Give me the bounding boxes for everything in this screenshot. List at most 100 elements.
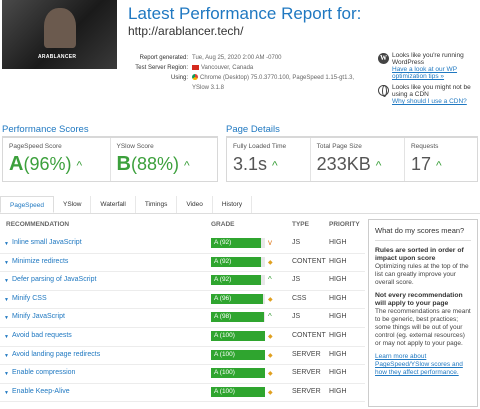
expand-arrow-icon[interactable]: ▼ — [4, 371, 9, 377]
globe-icon — [378, 85, 389, 97]
cdn-note-text: Looks like you might not be using a CDN — [392, 84, 471, 98]
recommendations-list: ▼ Inline small JavaScript A (92) v JS HIGH ▼ Mi… — [0, 235, 365, 403]
page-details-title: Page Details — [226, 124, 280, 135]
load-time-value: 3.1s — [233, 154, 268, 174]
help-heading-2: Not every recommendation will apply to y… — [375, 292, 463, 307]
col-grade[interactable]: GRADE — [211, 221, 234, 228]
recommendation-priority: HIGH — [329, 350, 347, 358]
trend-up-icon: ^ — [272, 158, 278, 173]
report-generated-value: Tue, Aug 25, 2020 2:00 AM -0700 — [192, 55, 282, 61]
yslow-value: (88%) — [130, 154, 179, 174]
canada-flag-icon — [192, 64, 199, 70]
wp-tips-link[interactable]: Have a look at our WP optimization tips … — [392, 66, 478, 80]
col-priority[interactable]: PRIORITY — [329, 221, 360, 228]
expand-arrow-icon[interactable]: ▼ — [4, 353, 9, 359]
trend-up-icon: ^ — [183, 158, 190, 173]
cdn-link[interactable]: Why should I use a CDN? — [392, 98, 478, 105]
recommendation-name[interactable]: Minimize redirects — [12, 258, 68, 265]
report-url[interactable]: http://arablancer.tech/ — [128, 24, 243, 38]
page-size-label: Total Page Size — [316, 143, 362, 150]
expand-arrow-icon[interactable]: ▼ — [4, 315, 9, 321]
pagespeed-value: (96%) — [23, 154, 72, 174]
report-tabs: PageSpeed YSlow Waterfall Timings Video … — [0, 196, 480, 214]
table-row[interactable]: ▼ Enable Keep-Alive A (100) ◆ SERVER HIGH — [0, 384, 365, 403]
recommendation-name[interactable]: Defer parsing of JavaScript — [12, 276, 96, 283]
tab-video[interactable]: Video — [177, 196, 213, 213]
scores-help-panel: What do my scores mean? Rules are sorted… — [368, 219, 478, 407]
performance-scores-panel: PageSpeed Score A(96%) ^ YSlow Score B(8… — [2, 136, 218, 182]
report-meta: Report generated: Tue, Aug 25, 2020 2:00… — [128, 53, 373, 93]
expand-arrow-icon[interactable]: ▼ — [4, 278, 9, 284]
trend-unchanged-icon: ◆ — [268, 259, 273, 266]
table-row[interactable]: ▼ Enable compression A (100) ◆ SERVER HIGH — [0, 365, 365, 384]
table-row[interactable]: ▼ Minify CSS A (96) ◆ CSS HIGH — [0, 291, 365, 310]
recommendation-priority: HIGH — [329, 331, 347, 339]
recommendation-name[interactable]: Minify CSS — [12, 295, 47, 302]
yslow-grade: B — [116, 153, 131, 175]
recommendation-priority: HIGH — [329, 239, 347, 246]
report-generated-label: Report generated: — [139, 55, 188, 61]
recommendation-type: JS — [292, 239, 301, 246]
recommendation-name[interactable]: Avoid bad requests — [12, 332, 72, 339]
recommendation-priority: HIGH — [329, 369, 347, 377]
yslow-label: YSlow Score — [116, 143, 154, 150]
table-row[interactable]: ▼ Minify JavaScript A (98) ^ JS HIGH — [0, 309, 365, 328]
recommendation-name[interactable]: Minify JavaScript — [12, 313, 65, 320]
trend-up-icon: ^ — [268, 275, 272, 285]
table-row[interactable]: ▼ Avoid bad requests A (100) ◆ CONTENT HIGH — [0, 328, 365, 347]
expand-arrow-icon[interactable]: ▼ — [4, 260, 9, 266]
requests-label: Requests — [410, 143, 439, 150]
table-row[interactable]: ▼ Defer parsing of JavaScript A (92) ^ JS HIG… — [0, 272, 365, 291]
grade-bar-track: A (92) — [211, 256, 265, 267]
side-notes: W Looks like you're running WordPress Ha… — [378, 52, 478, 109]
thumbnail-caption: ARABLANCER — [38, 54, 77, 60]
learn-more-link[interactable]: Learn more about PageSpeed/YSlow scores … — [375, 353, 471, 377]
recommendation-name[interactable]: Inline small JavaScript — [12, 239, 82, 246]
grade-label: A (92) — [214, 239, 232, 246]
load-time-label: Fully Loaded Time — [233, 143, 287, 150]
recommendation-name[interactable]: Avoid landing page redirects — [12, 351, 100, 358]
table-row[interactable]: ▼ Minimize redirects A (92) ◆ CONTENT HIGH — [0, 254, 365, 273]
grade-bar-track: A (92) — [211, 238, 265, 248]
trend-unchanged-icon: ◆ — [268, 352, 273, 359]
recommendations-header: RECOMMENDATION GRADE TYPE PRIORITY — [0, 221, 365, 231]
recommendation-name[interactable]: Enable compression — [12, 369, 75, 376]
tab-pagespeed[interactable]: PageSpeed — [0, 196, 54, 213]
trend-unchanged-icon: ◆ — [268, 389, 273, 396]
expand-arrow-icon[interactable]: ▼ — [4, 334, 9, 340]
col-recommendation[interactable]: RECOMMENDATION — [6, 221, 69, 228]
recommendation-type: CSS — [292, 294, 307, 302]
using-value: Chrome (Desktop) 75.0.3770.100, PageSpee… — [200, 75, 355, 81]
expand-arrow-icon[interactable]: ▼ — [4, 390, 9, 396]
wordpress-icon: W — [378, 53, 389, 64]
col-type[interactable]: TYPE — [292, 221, 309, 228]
thumbnail-person — [44, 8, 76, 48]
performance-scores-title: Performance Scores — [2, 124, 89, 135]
expand-arrow-icon[interactable]: ▼ — [4, 241, 9, 247]
test-server-label: Test Server Region: — [135, 65, 188, 71]
recommendation-type: SERVER — [292, 387, 321, 395]
recommendation-priority: HIGH — [329, 313, 347, 321]
table-row[interactable]: ▼ Inline small JavaScript A (92) v JS HIGH — [0, 235, 365, 254]
pagespeed-label: PageSpeed Score — [9, 143, 62, 150]
yslow-score: YSlow Score B(88%) ^ — [111, 138, 218, 181]
recommendation-name[interactable]: Enable Keep-Alive — [12, 388, 70, 395]
grade-label: A (92) — [214, 276, 232, 284]
total-page-size: Total Page Size 233KB ^ — [311, 138, 405, 181]
recommendation-priority: HIGH — [329, 294, 347, 302]
tab-history[interactable]: History — [213, 196, 253, 213]
expand-arrow-icon[interactable]: ▼ — [4, 297, 9, 303]
recommendation-type: CONTENT — [292, 257, 326, 265]
table-row[interactable]: ▼ Avoid landing page redirects A (100) ◆ SER… — [0, 347, 365, 366]
tab-waterfall[interactable]: Waterfall — [91, 196, 136, 213]
test-server-value: Vancouver, Canada — [201, 65, 254, 71]
recommendation-type: SERVER — [292, 350, 321, 358]
recommendation-type: SERVER — [292, 369, 321, 377]
trend-up-icon: ^ — [435, 158, 442, 173]
trend-up-icon: ^ — [375, 158, 382, 173]
wp-note-text: Looks like you're running WordPress — [392, 52, 464, 66]
tab-yslow[interactable]: YSlow — [54, 196, 92, 213]
tab-timings[interactable]: Timings — [136, 196, 178, 213]
trend-up-icon: ^ — [268, 312, 272, 322]
requests-value: 17 — [410, 154, 431, 174]
